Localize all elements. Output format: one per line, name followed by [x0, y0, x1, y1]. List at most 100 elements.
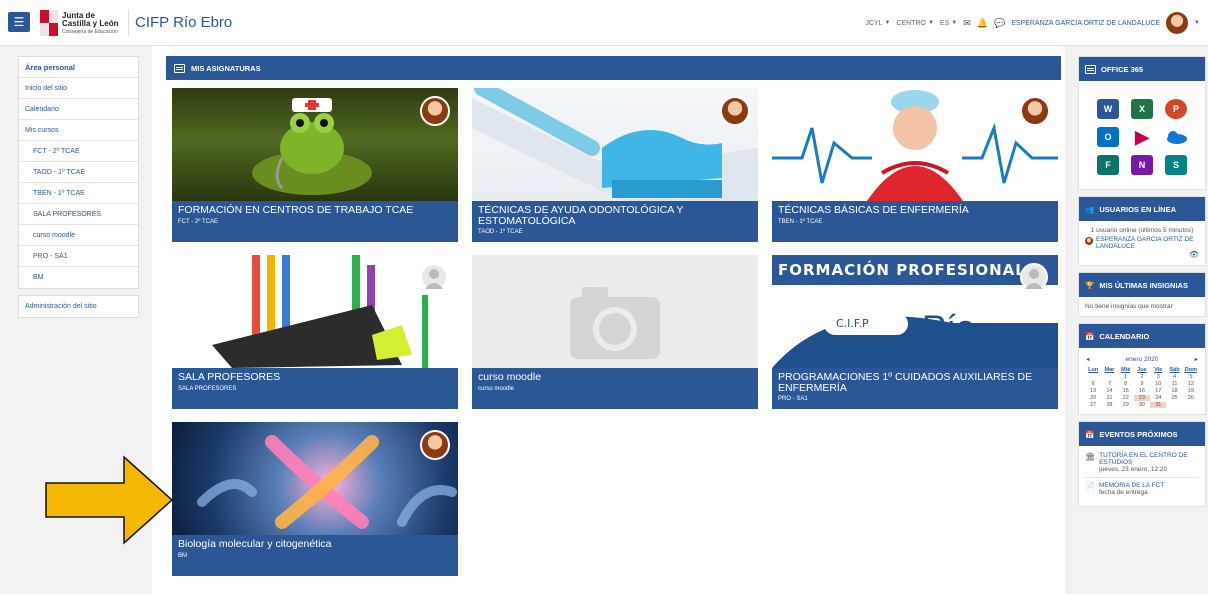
- junta-logo[interactable]: Junta de Castilla y León Consejería de E…: [40, 6, 122, 40]
- calendar-day[interactable]: 5: [1183, 374, 1199, 380]
- menu-centro[interactable]: CENTRO ▼: [896, 20, 934, 27]
- calendar-day[interactable]: 14: [1101, 388, 1117, 394]
- calendar-prev-button[interactable]: ◄: [1085, 357, 1090, 363]
- course-title[interactable]: PROGRAMACIONES 1º CUIDADOS AUXILIARES DE…: [778, 372, 1052, 393]
- sidebar-item-taod[interactable]: TAOD - 1º TCAE: [19, 162, 138, 183]
- course-image-chromosome[interactable]: [172, 422, 458, 535]
- course-card[interactable]: TÉCNICAS BÁSICAS DE ENFERMERÍA TBEN - 1º…: [772, 88, 1058, 242]
- menu-jcyl[interactable]: JCYL ▼: [865, 20, 890, 27]
- onenote-icon[interactable]: N: [1131, 155, 1153, 175]
- course-card[interactable]: FORMACIÓN PROFESIONAL C.I.F.P Río PROGRA…: [772, 255, 1058, 409]
- course-caption[interactable]: PROGRAMACIONES 1º CUIDADOS AUXILIARES DE…: [772, 368, 1058, 409]
- course-caption[interactable]: FORMACIÓN EN CENTROS DE TRABAJO TCAE FCT…: [172, 201, 458, 242]
- sidebar-item-pro-sa1[interactable]: PRO - SA1: [19, 246, 138, 267]
- course-title[interactable]: SALA PROFESORES: [178, 372, 452, 383]
- calendar-day[interactable]: 4: [1166, 374, 1182, 380]
- sidebar-item-mis-cursos[interactable]: Mis cursos: [19, 120, 138, 141]
- calendar-day[interactable]: 8: [1118, 381, 1134, 387]
- calendar-next-button[interactable]: ►: [1194, 357, 1199, 363]
- bell-icon[interactable]: 🔔: [977, 18, 988, 29]
- sidebar-item-inicio[interactable]: Inicio del sitio: [19, 78, 138, 99]
- event-title[interactable]: TUTORÍA EN EL CENTRO DE ESTUDIOS: [1099, 452, 1199, 466]
- course-card[interactable]: FORMACIÓN EN CENTROS DE TRABAJO TCAE FCT…: [172, 88, 458, 242]
- calendar-day[interactable]: 1: [1118, 374, 1134, 380]
- course-card[interactable]: curso moodle curso moodle: [472, 255, 758, 409]
- calendar-day[interactable]: 3: [1150, 374, 1166, 380]
- calendar-day[interactable]: 12: [1183, 381, 1199, 387]
- calendar-day[interactable]: 25: [1166, 395, 1182, 401]
- calendar-day[interactable]: 29: [1118, 402, 1134, 408]
- sway-icon[interactable]: S: [1165, 155, 1187, 175]
- calendar-day[interactable]: 21: [1101, 395, 1117, 401]
- onedrive-icon[interactable]: [1165, 127, 1187, 147]
- user-avatar[interactable]: [1166, 12, 1189, 34]
- calendar-day[interactable]: 6: [1085, 381, 1101, 387]
- sidebar-item-area-personal[interactable]: Área personal: [19, 57, 138, 78]
- calendar-day[interactable]: 27: [1085, 402, 1101, 408]
- chat-bubble-icon[interactable]: 💬: [994, 18, 1005, 29]
- calendar-day[interactable]: 10: [1150, 381, 1166, 387]
- course-title[interactable]: FORMACIÓN EN CENTROS DE TRABAJO TCAE: [178, 205, 452, 216]
- chevron-down-icon[interactable]: ▼: [1194, 20, 1200, 26]
- event-item[interactable]: 🏛 TUTORÍA EN EL CENTRO DE ESTUDIOS jueve…: [1085, 452, 1199, 473]
- calendar-day[interactable]: 11: [1166, 381, 1182, 387]
- calendar-day[interactable]: 30: [1134, 402, 1150, 408]
- calendar-day[interactable]: 20: [1085, 395, 1101, 401]
- course-image-pencils[interactable]: [172, 255, 458, 368]
- course-image-toothbrush[interactable]: [472, 88, 758, 201]
- menu-toggle-button[interactable]: ☰: [8, 12, 30, 32]
- menu-language[interactable]: ES ▼: [940, 20, 957, 27]
- course-caption[interactable]: TÉCNICAS BÁSICAS DE ENFERMERÍA TBEN - 1º…: [772, 201, 1058, 242]
- course-caption[interactable]: SALA PROFESORES SALA PROFESORES: [172, 368, 458, 409]
- excel-icon[interactable]: X: [1131, 99, 1153, 119]
- sidebar-item-curso-moodle[interactable]: curso moodle: [19, 225, 138, 246]
- sidebar-item-bm[interactable]: BM: [19, 267, 138, 288]
- user-name[interactable]: ESPERANZA GARCIA ORTIZ DE LANDALUCE: [1011, 20, 1160, 27]
- forms-icon[interactable]: F: [1097, 155, 1119, 175]
- course-caption[interactable]: curso moodle curso moodle: [472, 368, 758, 409]
- calendar-day[interactable]: 17: [1150, 388, 1166, 394]
- sidebar-item-sala-profesores[interactable]: SALA PROFESORES: [19, 204, 138, 225]
- course-image-frog[interactable]: [172, 88, 458, 201]
- course-image-placeholder[interactable]: [472, 255, 758, 368]
- calendar-day[interactable]: 28: [1101, 402, 1117, 408]
- envelope-icon[interactable]: ✉: [963, 18, 971, 29]
- stream-icon[interactable]: ▶: [1131, 127, 1153, 147]
- calendar-day[interactable]: 24: [1150, 395, 1166, 401]
- calendar-day[interactable]: 23: [1133, 395, 1151, 401]
- calendar-day[interactable]: 16: [1134, 388, 1150, 394]
- calendar-day[interactable]: 9: [1134, 381, 1150, 387]
- course-card[interactable]: TÉCNICAS DE AYUDA ODONTOLÓGICA Y ESTOMAT…: [472, 88, 758, 242]
- calendar-day[interactable]: 13: [1085, 388, 1101, 394]
- calendar-day[interactable]: 15: [1118, 388, 1134, 394]
- event-title[interactable]: MEMORIA DE LA FCT: [1099, 482, 1164, 489]
- calendar-day[interactable]: 22: [1118, 395, 1134, 401]
- sidebar-item-admin[interactable]: Administración del sitio: [19, 296, 138, 317]
- course-title[interactable]: curso moodle: [478, 372, 752, 383]
- site-name-link[interactable]: CIFP Río Ebro: [135, 14, 232, 31]
- online-user-link[interactable]: ESPERANZA GARCIA ORTIZ DE LANDALUCE: [1096, 236, 1199, 250]
- course-card[interactable]: SALA PROFESORES SALA PROFESORES: [172, 255, 458, 409]
- calendar-month[interactable]: enero 2020: [1126, 356, 1159, 363]
- outlook-icon[interactable]: O: [1097, 127, 1119, 147]
- course-card-biologia[interactable]: Biología molecular y citogenética BM: [172, 422, 458, 576]
- calendar-day[interactable]: 31: [1150, 402, 1167, 408]
- calendar-day[interactable]: 7: [1101, 381, 1117, 387]
- course-image-fp[interactable]: FORMACIÓN PROFESIONAL C.I.F.P Río: [772, 255, 1058, 368]
- eye-icon[interactable]: 👁: [1085, 250, 1199, 259]
- course-caption[interactable]: Biología molecular y citogenética BM: [172, 535, 458, 576]
- course-image-nurse[interactable]: [772, 88, 1058, 201]
- calendar-day[interactable]: 18: [1166, 388, 1182, 394]
- calendar-day[interactable]: 19: [1183, 388, 1199, 394]
- powerpoint-icon[interactable]: P: [1165, 99, 1187, 119]
- course-title[interactable]: TÉCNICAS DE AYUDA ODONTOLÓGICA Y ESTOMAT…: [478, 205, 752, 226]
- course-caption[interactable]: TÉCNICAS DE AYUDA ODONTOLÓGICA Y ESTOMAT…: [472, 201, 758, 242]
- word-icon[interactable]: W: [1097, 99, 1119, 119]
- course-title[interactable]: Biología molecular y citogenética: [178, 539, 452, 550]
- event-item[interactable]: 📄 MEMORIA DE LA FCT fecha de entrega: [1085, 482, 1199, 496]
- sidebar-item-calendario[interactable]: Calendario: [19, 99, 138, 120]
- sidebar-item-fct[interactable]: FCT - 2º TCAE: [19, 141, 138, 162]
- calendar-day[interactable]: 26: [1183, 395, 1199, 401]
- course-title[interactable]: TÉCNICAS BÁSICAS DE ENFERMERÍA: [778, 205, 1052, 216]
- sidebar-item-tben[interactable]: TBEN - 1º TCAE: [19, 183, 138, 204]
